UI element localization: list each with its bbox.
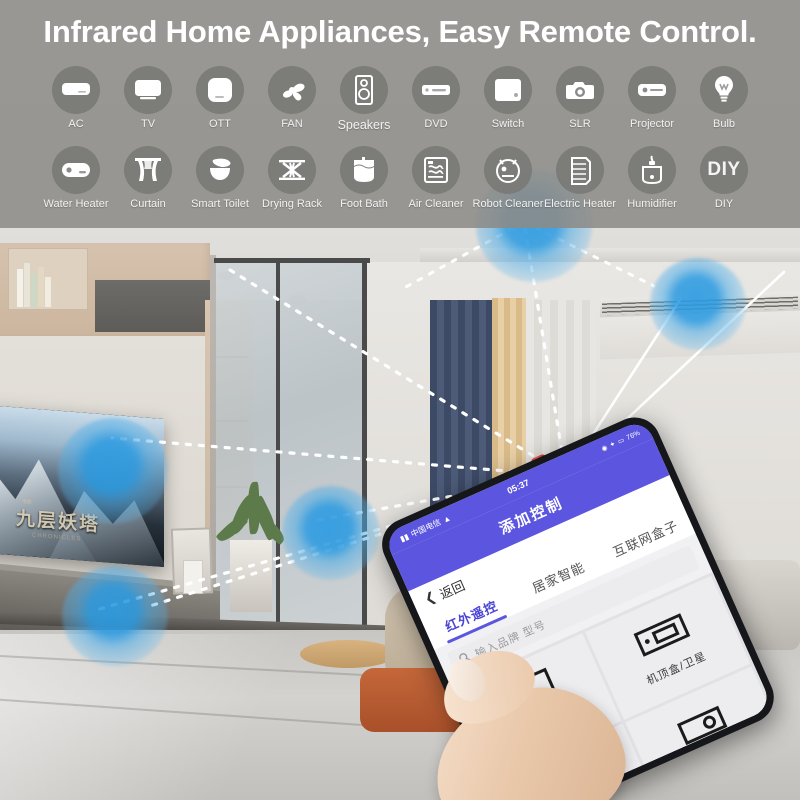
device-label: AC xyxy=(68,118,84,130)
device-item-smart-toilet[interactable]: Smart Toilet xyxy=(184,146,256,210)
device-label: Water Heater xyxy=(43,198,109,210)
device-label: Bulb xyxy=(712,118,736,130)
device-item-ac[interactable]: AC xyxy=(40,66,112,132)
bookshelf xyxy=(8,248,88,310)
water-heater-icon xyxy=(52,146,100,194)
device-label: Switch xyxy=(491,118,525,130)
device-item-speakers[interactable]: Speakers xyxy=(328,66,400,132)
door-frame xyxy=(214,258,370,263)
device-item-projector[interactable]: Projector xyxy=(616,66,688,132)
device-label: Robot Cleaner xyxy=(472,198,544,210)
device-label: Electric Heater xyxy=(543,198,617,210)
device-item-fan[interactable]: FAN xyxy=(256,66,328,132)
device-item-drying-rack[interactable]: Drying Rack xyxy=(256,146,328,210)
device-item-humidifier[interactable]: Humidifier xyxy=(616,146,688,210)
door-frame xyxy=(362,262,367,642)
device-label: Smart Toilet xyxy=(191,198,249,210)
diy-glyph-label: DIY xyxy=(707,159,741,180)
device-item-switch[interactable]: Switch xyxy=(472,66,544,132)
device-label: DVD xyxy=(424,118,448,130)
device-item-slr[interactable]: SLR xyxy=(544,66,616,132)
device-item-tv[interactable]: TV xyxy=(112,66,184,132)
television: 电影 九层妖塔 CHRONICLES xyxy=(0,404,164,568)
device-label: OTT xyxy=(209,118,231,130)
device-label: Speakers xyxy=(337,118,391,132)
foot-bath-icon xyxy=(340,146,388,194)
device-cell-label: 投影仪 xyxy=(697,745,736,771)
device-item-air-cleaner[interactable]: Air Cleaner xyxy=(400,146,472,210)
phone-in-hand: ▮▮ 中国电信 ▲ 05:37 ◉ ✦ ▭ 76% 添加控制 ❮ 返回 红外遥控… xyxy=(373,409,800,800)
picture-frame-inner xyxy=(183,560,203,594)
signal-bars-icon: ▮▮ xyxy=(398,531,411,544)
ott-box-icon xyxy=(196,66,244,114)
device-label: Humidifier xyxy=(627,198,677,210)
back-label: 返回 xyxy=(437,577,468,602)
diy-text-icon: DIY xyxy=(700,146,748,194)
device-label: SLR xyxy=(569,118,591,130)
location-icon: ◉ xyxy=(600,444,609,454)
wifi-icon: ▲ xyxy=(441,512,453,525)
device-item-electric-heater[interactable]: Electric Heater xyxy=(544,146,616,210)
status-clock: 05:37 xyxy=(505,477,531,496)
bluetooth-icon: ✦ xyxy=(608,440,617,450)
battery-percent: 76% xyxy=(625,429,642,442)
ac-body xyxy=(600,310,800,360)
device-label: Foot Bath xyxy=(340,198,388,210)
air-conditioner-icon xyxy=(52,66,100,114)
electric-heater-icon xyxy=(556,146,604,194)
device-label: Projector xyxy=(629,118,675,130)
device-row-2: Water Heater Curtain Smart Toilet Drying… xyxy=(0,146,800,210)
device-item-foot-bath[interactable]: Foot Bath xyxy=(328,146,400,210)
device-label: Curtain xyxy=(130,198,166,210)
hand xyxy=(421,636,644,800)
air-cleaner-icon xyxy=(412,146,460,194)
device-label: DIY xyxy=(714,198,734,210)
device-row-1: AC TV OTT FAN Speakers DVD Switch SLR Pr… xyxy=(0,66,800,132)
device-label: FAN xyxy=(281,118,303,130)
device-item-ott[interactable]: OTT xyxy=(184,66,256,132)
wall-switch-icon xyxy=(484,66,532,114)
smart-toilet-icon xyxy=(196,146,244,194)
device-item-dvd[interactable]: DVD xyxy=(400,66,472,132)
side-table xyxy=(300,640,396,668)
robot-cleaner-icon xyxy=(484,146,532,194)
battery-icon: ▭ xyxy=(616,436,626,446)
device-item-diy[interactable]: DIY DIY xyxy=(688,146,760,210)
cabinet-panel xyxy=(95,280,215,332)
device-label: Drying Rack xyxy=(262,198,322,210)
chevron-left-icon: ❮ xyxy=(422,588,439,607)
curtain-icon xyxy=(124,146,172,194)
door-mullion xyxy=(276,262,280,642)
dvd-player-icon xyxy=(412,66,460,114)
device-item-robot-cleaner[interactable]: Robot Cleaner xyxy=(472,146,544,210)
device-item-water-heater[interactable]: Water Heater xyxy=(40,146,112,210)
speaker-icon xyxy=(340,66,388,114)
fan-icon xyxy=(268,66,316,114)
device-label: TV xyxy=(140,118,156,130)
plant-pot xyxy=(230,540,272,612)
light-bulb-icon xyxy=(700,66,748,114)
drying-rack-icon xyxy=(268,146,316,194)
device-label: Air Cleaner xyxy=(408,198,464,210)
device-item-bulb[interactable]: Bulb xyxy=(688,66,760,132)
humidifier-icon xyxy=(628,146,676,194)
screenshot-stage: 电影 九层妖塔 CHRONICLES Infrared Home Applian… xyxy=(0,0,800,800)
device-item-curtain[interactable]: Curtain xyxy=(112,146,184,210)
page-title: Infrared Home Appliances, Easy Remote Co… xyxy=(43,14,757,49)
television-icon xyxy=(124,66,172,114)
projector-icon xyxy=(628,66,676,114)
camera-icon xyxy=(556,66,604,114)
